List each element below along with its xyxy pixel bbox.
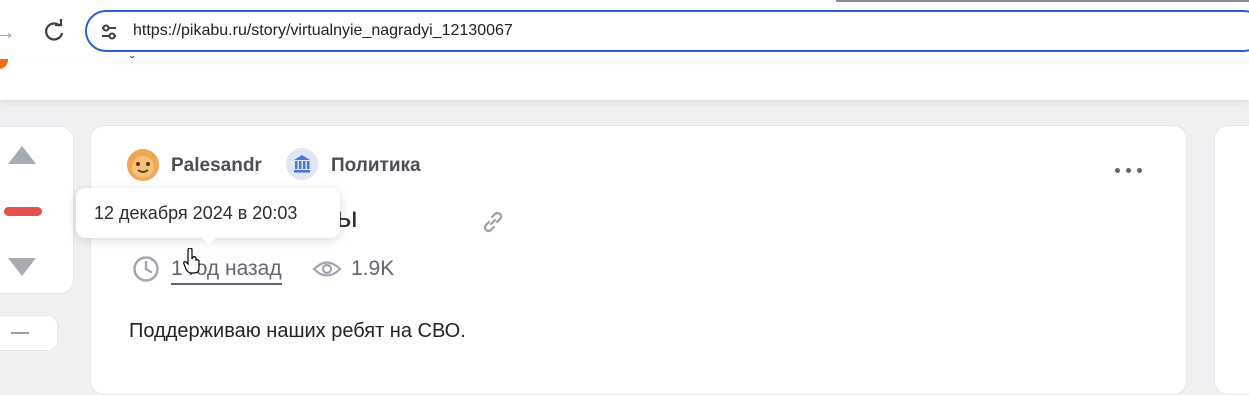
url-text[interactable]: https://pikabu.ru/story/virtualnyie_nagr… <box>133 22 513 40</box>
view-count: 1.9K <box>351 257 395 280</box>
tab-strip-edge <box>836 0 1249 2</box>
site-header: ˇ <box>0 54 1249 100</box>
header-glyph: ˇ <box>130 53 135 69</box>
story-card: Palesandr Политика награды 1 год назад <box>90 125 1187 395</box>
address-bar[interactable]: https://pikabu.ru/story/virtualnyie_nagr… <box>85 10 1249 52</box>
vote-panel <box>0 126 74 294</box>
tooltip-text: 12 декабря 2024 в 20:03 <box>94 203 298 223</box>
vote-up-icon[interactable] <box>8 146 36 164</box>
sidebar-card <box>1214 125 1249 395</box>
rating-bar <box>4 207 42 216</box>
site-logo[interactable] <box>0 59 8 69</box>
author-avatar[interactable] <box>127 149 159 181</box>
link-icon[interactable] <box>480 209 506 235</box>
clock-icon <box>132 255 160 283</box>
more-options-icon[interactable] <box>1113 162 1145 180</box>
date-tooltip: 12 декабря 2024 в 20:03 <box>76 188 340 245</box>
tooltip-arrow <box>200 236 218 245</box>
hand-cursor-icon <box>183 247 201 274</box>
eye-icon <box>312 258 342 280</box>
community-bank-icon[interactable] <box>286 148 318 180</box>
forward-arrow-icon[interactable]: → <box>0 18 18 46</box>
browser-toolbar: → https://pikabu.ru/story/virtualnyie_na… <box>0 0 1249 63</box>
author-name[interactable]: Palesandr <box>171 155 262 177</box>
site-info-icon[interactable] <box>99 22 119 42</box>
reload-icon[interactable] <box>40 17 68 47</box>
vote-down-icon[interactable] <box>8 258 36 276</box>
minus-icon <box>11 332 29 334</box>
community-name[interactable]: Политика <box>331 155 421 177</box>
collapse-button[interactable] <box>0 315 58 351</box>
story-body-text: Поддерживаю наших ребят на СВО. <box>129 320 466 342</box>
